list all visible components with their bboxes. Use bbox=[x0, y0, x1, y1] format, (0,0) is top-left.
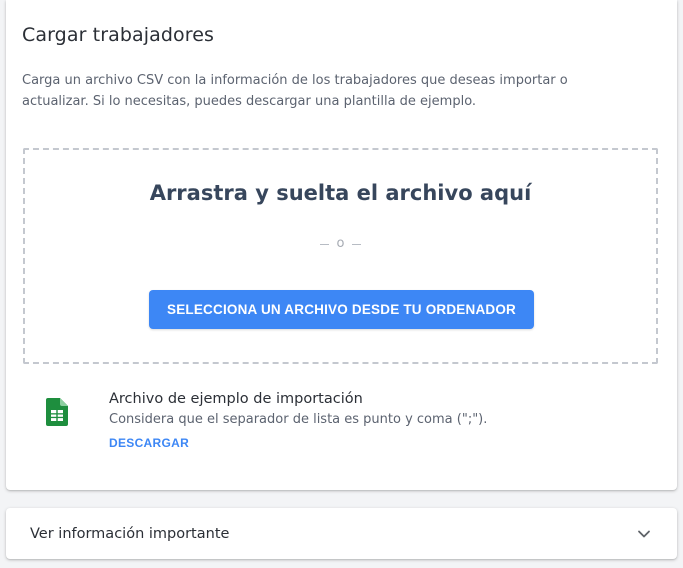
download-sample-link[interactable]: DESCARGAR bbox=[109, 436, 189, 450]
spreadsheet-icon bbox=[46, 398, 68, 426]
sample-file-section: Archivo de ejemplo de importación Consid… bbox=[46, 390, 646, 460]
file-dropzone[interactable]: Arrastra y suelta el archivo aquí o SELE… bbox=[23, 148, 658, 364]
sample-file-title: Archivo de ejemplo de importación bbox=[109, 391, 363, 407]
upload-workers-card: Cargar trabajadores Carga un archivo CSV… bbox=[6, 0, 677, 490]
sample-file-note: Considera que el separador de lista es p… bbox=[109, 412, 488, 427]
select-file-button[interactable]: SELECCIONA UN ARCHIVO DESDE TU ORDENADOR bbox=[149, 290, 534, 329]
separator-line-right bbox=[352, 243, 362, 245]
upload-description: Carga un archivo CSV con la información … bbox=[22, 73, 568, 109]
page-title: Cargar trabajadores bbox=[22, 24, 215, 46]
dropzone-title: Arrastra y suelta el archivo aquí bbox=[149, 181, 532, 205]
or-separator: o bbox=[25, 236, 656, 252]
chevron-down-icon bbox=[638, 530, 650, 537]
separator-line-left bbox=[319, 243, 329, 245]
accordion-label: Ver información importante bbox=[30, 525, 230, 542]
important-info-accordion[interactable]: Ver información importante bbox=[6, 508, 677, 559]
separator-text: o bbox=[336, 236, 345, 251]
